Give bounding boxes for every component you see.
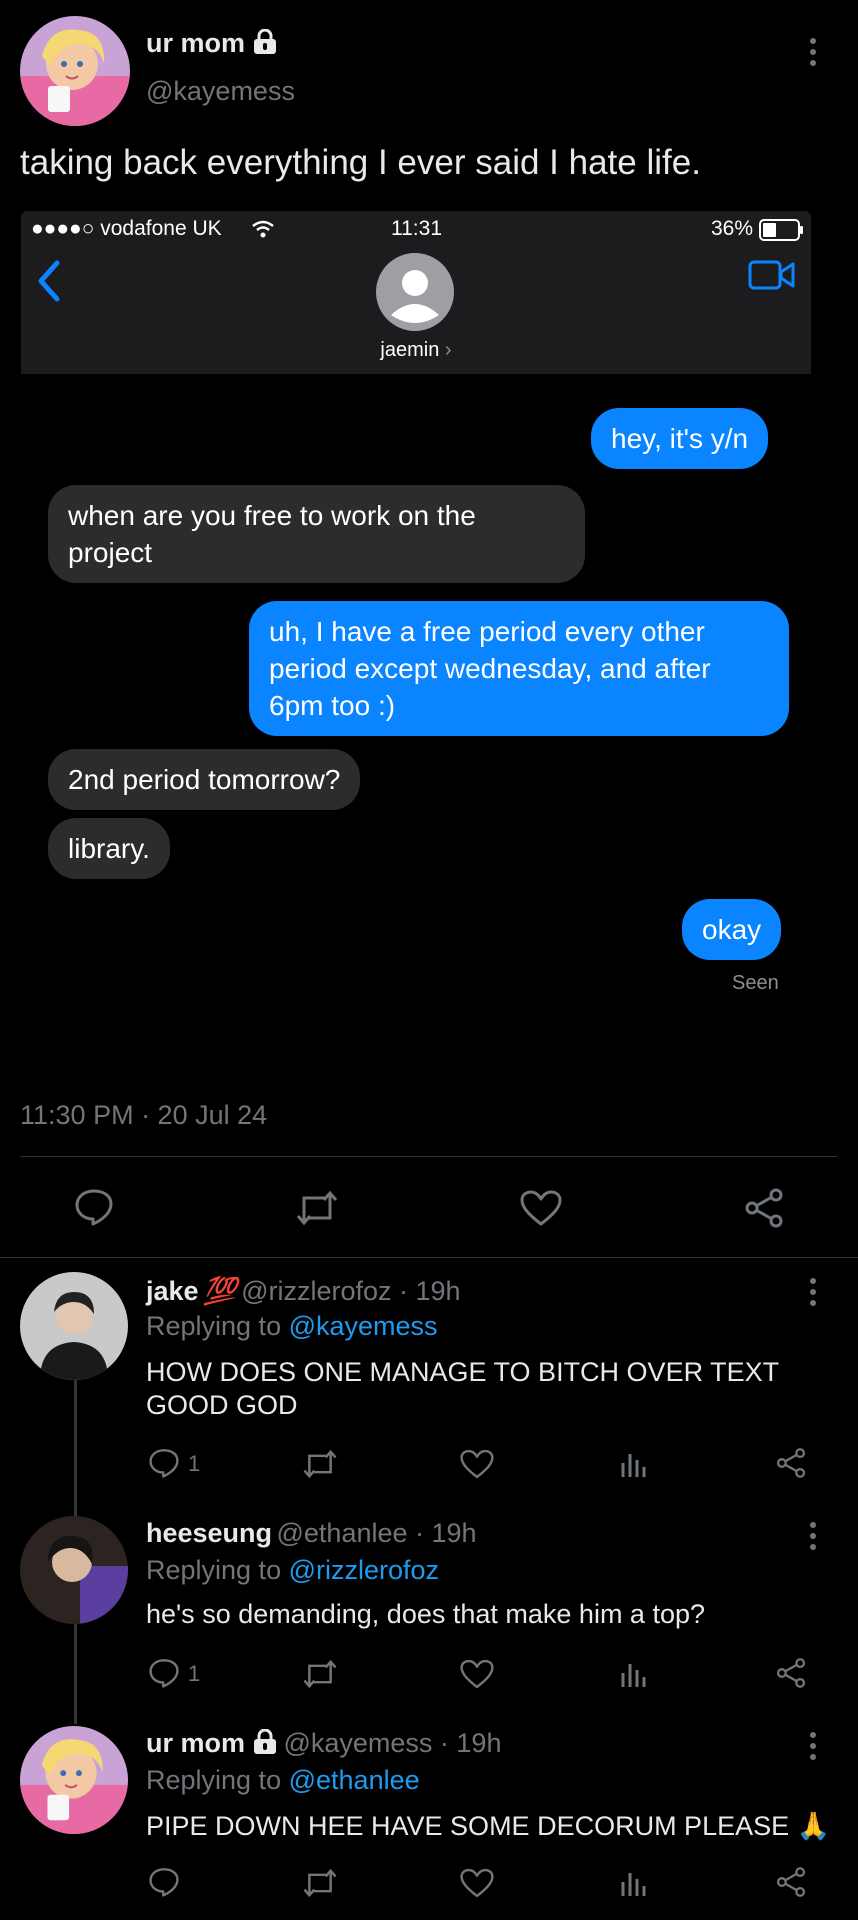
retweet-icon[interactable] [302,1659,338,1694]
reply-avatar[interactable] [20,1726,128,1834]
message-bubble-out: uh, I have a free period every other per… [249,601,789,736]
replying-to: Replying to @rizzlerofoz [146,1555,440,1585]
more-options-icon[interactable] [805,1278,821,1306]
lock-icon [251,1728,279,1760]
contact-name[interactable]: jaemin › [21,339,811,362]
author-avatar[interactable] [20,16,130,126]
thread-line [74,1380,77,1520]
contact-avatar-icon[interactable] [376,253,454,336]
message-bubble-out: hey, it's y/n [591,408,769,469]
reply-icon[interactable] [148,1867,180,1902]
reply-author-name[interactable]: jake [146,1276,199,1306]
author-name[interactable]: ur mom [146,28,245,58]
thread-line [74,1624,77,1724]
message-bubble-in: 2nd period tomorrow? [48,749,361,810]
replying-to: Replying to @ethanlee [146,1765,420,1795]
reply-icon[interactable] [148,1658,180,1693]
share-icon[interactable] [743,1187,785,1234]
reply-icon[interactable] [74,1188,114,1231]
reply-author-handle[interactable]: @ethanlee · 19h [277,1518,477,1548]
reply-author-handle[interactable]: @rizzlerofoz · 19h [241,1276,460,1306]
reply-author-handle[interactable]: @kayemess · 19h [283,1728,501,1758]
video-call-icon[interactable] [748,259,796,296]
wifi-icon [251,219,275,244]
reply-author-name[interactable]: heeseung [146,1518,272,1548]
tweet-timestamp[interactable]: 11:30 PM · 20 Jul 24 [20,1100,267,1131]
analytics-icon[interactable] [620,1448,648,1483]
message-bubble-in: when are you free to work on the project [48,485,585,583]
reply-text: PIPE DOWN HEE HAVE SOME DECORUM PLEASE [146,1811,790,1841]
like-icon[interactable] [460,1868,494,1903]
more-options-icon[interactable] [805,1732,821,1760]
analytics-icon[interactable] [620,1658,648,1693]
folded-hands-emoji: 🙏 [796,1811,831,1841]
hundred-points-emoji: 💯 [203,1276,237,1306]
status-time: 11:31 [391,217,442,240]
more-options-icon[interactable] [805,1522,821,1550]
reply-count: 1 [188,1451,201,1476]
share-icon[interactable] [775,1657,807,1694]
seen-label: Seen [732,972,779,994]
carrier-label: ●●●●○ vodafone UK [31,217,222,240]
ios-header: ●●●●○ vodafone UK 11:31 36% jaemin › [21,211,811,374]
reply-text: he's so demanding, does that make him a … [146,1599,705,1629]
like-icon[interactable] [460,1449,494,1484]
back-chevron-icon[interactable] [35,259,63,308]
replying-to: Replying to @kayemess [146,1311,438,1341]
reply-avatar[interactable] [20,1516,128,1624]
share-icon[interactable] [775,1866,807,1903]
retweet-icon[interactable] [302,1449,338,1484]
share-icon[interactable] [775,1447,807,1484]
like-icon[interactable] [520,1190,562,1231]
reply-text-row: PIPE DOWN HEE HAVE SOME DECORUM PLEASE 🙏 [146,1810,846,1843]
tweet-text: taking back everything I ever said I hat… [20,143,701,182]
battery-label: 36% [711,217,754,240]
reply-icon[interactable] [148,1448,180,1483]
reply-author-name[interactable]: ur mom [146,1728,245,1758]
message-bubble-out: okay [682,899,782,960]
divider [20,1156,837,1157]
divider [0,1257,858,1258]
mention-link[interactable]: @kayemess [289,1311,438,1341]
analytics-icon[interactable] [620,1867,648,1902]
retweet-icon[interactable] [302,1868,338,1903]
battery-icon [759,219,805,246]
mention-link[interactable]: @rizzlerofoz [289,1555,439,1585]
reply-count: 1 [188,1661,201,1686]
retweet-icon[interactable] [295,1190,339,1231]
message-bubble-in: library. [48,818,170,879]
mention-link[interactable]: @ethanlee [289,1765,420,1795]
like-icon[interactable] [460,1659,494,1694]
lock-icon [251,28,279,60]
more-options-icon[interactable] [805,38,821,66]
author-handle[interactable]: @kayemess [146,76,295,107]
reply-avatar[interactable] [20,1272,128,1380]
attached-screenshot[interactable]: ●●●●○ vodafone UK 11:31 36% jaemin › hey… [21,211,811,994]
reply-text: HOW DOES ONE MANAGE TO BITCH OVER TEXT G… [146,1357,779,1420]
